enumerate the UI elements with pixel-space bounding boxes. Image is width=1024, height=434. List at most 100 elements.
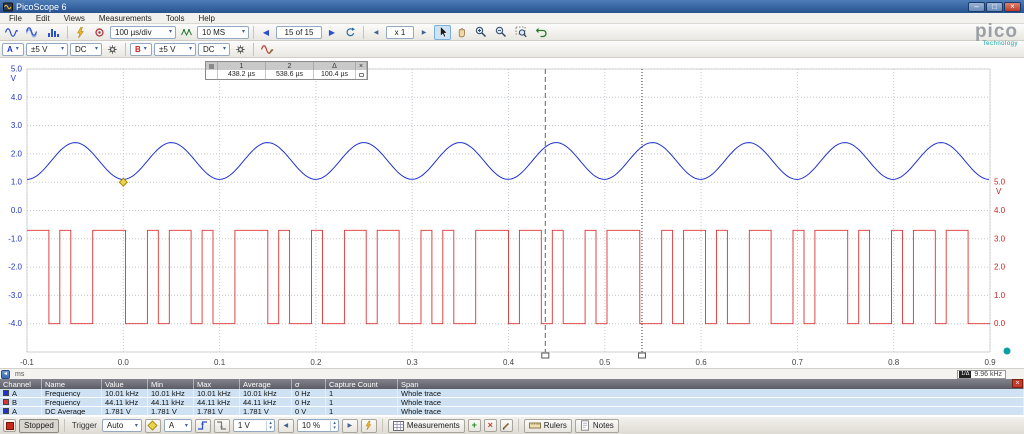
axis-tick-label: 5.0 <box>994 178 1006 187</box>
channel-a-select[interactable]: A ▾ <box>2 43 24 56</box>
ruler-1-value: 438.2 µs <box>218 70 266 79</box>
column-header-channel: Channel <box>0 379 42 389</box>
undo-arrow-icon <box>535 26 547 38</box>
marquee-zoom-tool-button[interactable] <box>512 25 530 40</box>
table-row[interactable]: A DC Average 1.781 V 1.781 V 1.781 V 1.7… <box>0 407 1024 416</box>
ruler-legend: 1 2 Δ × 438.2 µs 538.6 µs 100.4 µs <box>205 61 368 80</box>
measurement-max: 10.01 kHz <box>194 389 240 397</box>
pretrigger-input[interactable]: 10 % ▴▾ <box>297 419 339 432</box>
pointer-tool-button[interactable] <box>434 25 451 40</box>
spinner-arrows[interactable]: ▴▾ <box>330 421 338 431</box>
minimize-button[interactable]: – <box>968 2 985 12</box>
channel-color-swatch <box>3 390 9 396</box>
edit-measurement-button[interactable] <box>500 419 513 432</box>
capture-status-button[interactable]: Stopped <box>19 419 59 433</box>
ruler-icon <box>209 64 214 69</box>
delete-measurement-button[interactable]: × <box>484 419 497 432</box>
menu-tools[interactable]: Tools <box>159 13 192 23</box>
table-row[interactable]: B Frequency 44.11 kHz 44.11 kHz 44.11 kH… <box>0 398 1024 407</box>
measurement-max: 1.781 V <box>194 407 240 415</box>
math-wave-icon <box>261 44 274 55</box>
timebase-select[interactable]: 100 µs/div ▾ <box>110 26 176 39</box>
measurements-close-button[interactable]: × <box>1012 379 1023 388</box>
time-ruler-handle[interactable] <box>542 353 549 358</box>
buffer-previous-button[interactable]: ◀ <box>258 25 274 40</box>
menu-file[interactable]: File <box>2 13 29 23</box>
falling-edge-button[interactable] <box>214 419 230 433</box>
scope-plot[interactable]: 5.04.03.02.01.00.0-1.0-2.0-3.0-4.0V5.04.… <box>0 58 1024 368</box>
zoom-in-tool-button[interactable] <box>472 25 490 40</box>
menu-help[interactable]: Help <box>192 13 222 23</box>
zoom-out-icon <box>495 26 507 38</box>
menubar: File Edit Views Measurements Tools Help <box>0 13 1024 24</box>
notes-button[interactable]: Notes <box>575 419 619 433</box>
measurement-average: 1.781 V <box>240 407 292 415</box>
sampling-options-button[interactable] <box>178 25 195 40</box>
measurement-channel: A <box>0 407 42 415</box>
maximize-button[interactable]: □ <box>986 2 1003 12</box>
collapse-panel-button[interactable]: ◂ <box>1 370 10 379</box>
probe-icon <box>94 27 105 38</box>
axis-tick-label: 2.0 <box>994 263 1006 272</box>
menu-views[interactable]: Views <box>57 13 92 23</box>
channel-a-range-select[interactable]: ±5 V ▾ <box>26 43 68 56</box>
menu-measurements[interactable]: Measurements <box>92 13 159 23</box>
channel-a-options-button[interactable] <box>104 42 121 57</box>
signal-generator-button[interactable] <box>72 25 89 40</box>
probe-setup-button[interactable] <box>91 25 108 40</box>
rulers-button[interactable]: Rulers <box>524 419 572 433</box>
chevron-down-icon: ▾ <box>144 46 147 52</box>
channel-b-options-button[interactable] <box>232 42 249 57</box>
spectrum-view-button[interactable] <box>44 25 63 40</box>
lightning-icon <box>364 420 373 431</box>
stop-start-button[interactable] <box>3 419 16 432</box>
axis-tick-label: 0.3 <box>407 358 419 367</box>
toolbar-separator <box>253 26 254 39</box>
persistence-view-button[interactable] <box>23 25 42 40</box>
column-header-average: Average <box>240 379 292 389</box>
spinner-arrows[interactable]: ▴▾ <box>266 421 274 431</box>
hand-tool-button[interactable] <box>453 25 470 40</box>
ruler-lock-cell[interactable] <box>356 70 367 79</box>
scope-view-button[interactable] <box>2 25 21 40</box>
pretrigger-left-button[interactable]: ◀ <box>278 419 294 433</box>
math-channels-button[interactable] <box>258 42 277 57</box>
ruler-legend-header-1: 1 <box>218 62 266 70</box>
ruler-legend-close-button[interactable]: × <box>356 62 367 70</box>
undo-zoom-button[interactable] <box>532 25 550 40</box>
buffer-overview-button[interactable] <box>342 25 359 40</box>
time-ruler-handle[interactable] <box>638 353 645 358</box>
trigger-mode-select[interactable]: Auto ▾ <box>102 419 142 432</box>
trigger-marker-button[interactable] <box>145 419 161 433</box>
channel-a-coupling-select[interactable]: DC ▾ <box>70 43 102 56</box>
buffer-next-button[interactable]: ▶ <box>324 25 340 40</box>
table-row[interactable]: A Frequency 10.01 kHz 10.01 kHz 10.01 kH… <box>0 389 1024 398</box>
measurement-sigma: 0 Hz <box>292 389 326 397</box>
menu-edit[interactable]: Edit <box>29 13 57 23</box>
chevron-down-icon: ▾ <box>189 46 192 52</box>
zoom-increase-button[interactable]: ▶ <box>416 25 432 40</box>
chevron-down-icon: ▾ <box>242 29 245 35</box>
zoom-factor[interactable]: x 1 <box>386 26 414 39</box>
trigger-level-input[interactable]: 1 V ▴▾ <box>233 419 275 432</box>
close-button[interactable]: × <box>1004 2 1021 12</box>
rising-edge-button[interactable] <box>195 419 211 433</box>
column-header-name: Name <box>42 379 102 389</box>
pretrigger-right-button[interactable]: ▶ <box>342 419 358 433</box>
buffer-position[interactable]: 15 of 15 <box>276 26 322 39</box>
channel-a-coupling: DC <box>75 45 92 54</box>
trigger-source-select[interactable]: A ▾ <box>164 419 192 432</box>
samples-select[interactable]: 10 MS ▾ <box>197 26 249 39</box>
measurements-table-header: Channel Name Value Min Max Average σ Cap… <box>0 379 1024 389</box>
channel-b-select[interactable]: B ▾ <box>130 43 152 56</box>
ruler-2-value: 538.6 µs <box>266 70 314 79</box>
measurement-name: Frequency <box>42 389 102 397</box>
add-measurement-button[interactable]: + <box>468 419 481 432</box>
channel-b-coupling-select[interactable]: DC ▾ <box>198 43 230 56</box>
quick-trigger-button[interactable] <box>361 419 377 433</box>
measurements-button[interactable]: Measurements <box>388 419 465 433</box>
channel-b-waveform <box>27 230 990 323</box>
zoom-out-tool-button[interactable] <box>492 25 510 40</box>
channel-b-range-select[interactable]: ±5 V ▾ <box>154 43 196 56</box>
zoom-decrease-button[interactable]: ◀ <box>368 25 384 40</box>
